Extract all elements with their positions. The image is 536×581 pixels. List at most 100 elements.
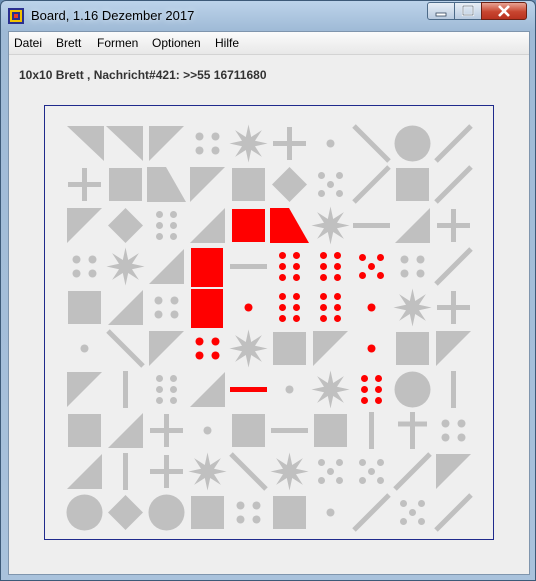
board-cell[interactable]: [434, 493, 473, 532]
board-cell[interactable]: [320, 293, 341, 322]
board-cell[interactable]: [285, 385, 294, 394]
board-cell[interactable]: [150, 455, 183, 488]
board-cell[interactable]: [352, 165, 391, 204]
board-cell[interactable]: [190, 372, 225, 407]
minimize-button[interactable]: [427, 2, 455, 20]
board-cell[interactable]: [436, 454, 471, 489]
board-cell[interactable]: [311, 206, 350, 245]
board-cell[interactable]: [149, 331, 184, 366]
board-cell[interactable]: [67, 126, 104, 161]
board-cell[interactable]: [320, 252, 341, 281]
board-cell[interactable]: [367, 303, 376, 312]
board-cell[interactable]: [367, 344, 376, 353]
board-cell[interactable]: [149, 249, 184, 284]
board-cell[interactable]: [67, 454, 102, 489]
title-bar[interactable]: Board, 1.16 Dezember 2017: [1, 1, 535, 31]
board-cell[interactable]: [156, 375, 177, 404]
board-cell[interactable]: [203, 426, 212, 435]
board-cell[interactable]: [67, 372, 102, 407]
menu-hilfe[interactable]: Hilfe: [215, 36, 239, 50]
board-cell[interactable]: [394, 371, 431, 408]
board-cell[interactable]: [232, 168, 265, 201]
board-cell[interactable]: [67, 208, 102, 243]
board-cell[interactable]: [398, 412, 427, 449]
board-cell[interactable]: [191, 248, 223, 287]
board-cell[interactable]: [437, 209, 470, 242]
board-cell[interactable]: [393, 452, 432, 491]
board-cell[interactable]: [352, 493, 391, 532]
board-cell[interactable]: [352, 124, 391, 163]
board-cell[interactable]: [195, 132, 220, 155]
board-cell[interactable]: [68, 291, 101, 324]
board-cell[interactable]: [68, 168, 101, 201]
board-cell[interactable]: [188, 452, 227, 491]
board-cell[interactable]: [311, 370, 350, 409]
close-button[interactable]: [481, 2, 527, 20]
board-cell[interactable]: [394, 125, 431, 162]
maximize-button[interactable]: [454, 2, 482, 20]
board-cell[interactable]: [232, 414, 265, 447]
menu-optionen[interactable]: Optionen: [152, 36, 201, 50]
board-cell[interactable]: [108, 290, 143, 325]
board-cell[interactable]: [270, 208, 309, 243]
board-cell[interactable]: [359, 459, 384, 484]
board-cell[interactable]: [279, 293, 300, 322]
board-cell[interactable]: [149, 126, 184, 161]
board-cell[interactable]: [396, 332, 429, 365]
board-cell[interactable]: [106, 126, 143, 161]
board-cell[interactable]: [191, 289, 223, 328]
board-cell[interactable]: [318, 459, 343, 484]
board-cell[interactable]: [106, 329, 145, 368]
board-cell[interactable]: [236, 501, 261, 524]
board-cell[interactable]: [108, 413, 143, 448]
board-cell[interactable]: [313, 331, 348, 366]
board-cell[interactable]: [190, 167, 225, 202]
board-cell[interactable]: [359, 254, 384, 279]
board-cell[interactable]: [434, 165, 473, 204]
board-cell[interactable]: [106, 247, 145, 286]
board-cell[interactable]: [154, 296, 179, 319]
board-cell[interactable]: [273, 127, 306, 160]
board-cell[interactable]: [434, 124, 473, 163]
board-cell[interactable]: [108, 495, 143, 530]
board-cell[interactable]: [326, 139, 335, 148]
board-cell[interactable]: [279, 252, 300, 281]
board-cell[interactable]: [229, 452, 268, 491]
board-cell[interactable]: [441, 419, 466, 442]
board-cell[interactable]: [396, 168, 429, 201]
board-cell[interactable]: [318, 172, 343, 197]
board-cell[interactable]: [232, 209, 265, 242]
board-cell[interactable]: [150, 414, 183, 447]
board-cell[interactable]: [270, 452, 309, 491]
board-cell[interactable]: [68, 414, 101, 447]
board-cell[interactable]: [66, 494, 103, 531]
board-cell[interactable]: [229, 124, 268, 163]
board-cell[interactable]: [326, 508, 335, 517]
board-cell[interactable]: [400, 500, 425, 525]
menu-formen[interactable]: Formen: [97, 36, 138, 50]
board-cell[interactable]: [436, 331, 471, 366]
menu-datei[interactable]: Datei: [14, 36, 42, 50]
board-cell[interactable]: [190, 208, 225, 243]
board-cell[interactable]: [273, 496, 306, 529]
board-cell[interactable]: [437, 291, 470, 324]
board-cell[interactable]: [147, 167, 186, 202]
board-cell[interactable]: [109, 168, 142, 201]
board-cell[interactable]: [156, 211, 177, 240]
board-cell[interactable]: [195, 337, 220, 360]
board-cell[interactable]: [400, 255, 425, 278]
board-cell[interactable]: [393, 288, 432, 327]
board-cell[interactable]: [72, 255, 97, 278]
board-cell[interactable]: [148, 494, 185, 531]
board-cell[interactable]: [108, 208, 143, 243]
board-cell[interactable]: [434, 247, 473, 286]
board-cell[interactable]: [191, 496, 224, 529]
board-cell[interactable]: [244, 303, 253, 312]
menu-brett[interactable]: Brett: [56, 36, 81, 50]
board-cell[interactable]: [273, 332, 306, 365]
board-cell[interactable]: [395, 208, 430, 243]
board-cell[interactable]: [314, 414, 347, 447]
board-cell[interactable]: [229, 329, 268, 368]
board-cell[interactable]: [272, 167, 307, 202]
board-cell[interactable]: [80, 344, 89, 353]
